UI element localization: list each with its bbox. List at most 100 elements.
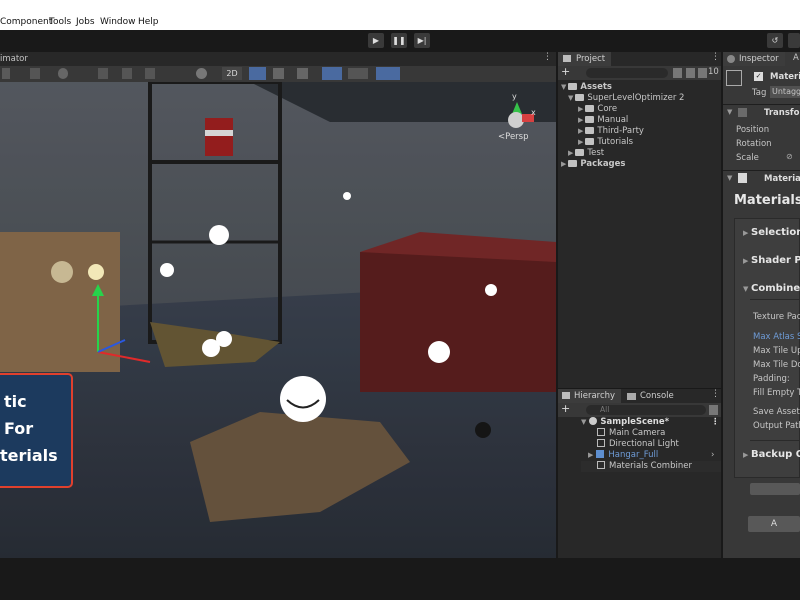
filter-label-icon[interactable] bbox=[686, 68, 695, 78]
inspector-tab[interactable]: Inspector bbox=[723, 52, 785, 66]
hierarchy-search-input[interactable]: All bbox=[586, 405, 706, 415]
section-shader[interactable]: Shader Pr bbox=[751, 255, 800, 266]
combine-expand-icon[interactable]: ▼ bbox=[743, 285, 748, 293]
project-tab[interactable]: Project bbox=[558, 52, 612, 66]
scene-viewport[interactable]: y x <Persp tic For terials bbox=[0, 82, 556, 558]
menu-window[interactable]: Window bbox=[100, 17, 136, 27]
hierarchy-tab[interactable]: Hierarchy bbox=[558, 389, 622, 403]
section-combine[interactable]: Combine C bbox=[751, 283, 800, 294]
2d-toggle-button[interactable]: 2D bbox=[222, 67, 242, 80]
component-expand-icon[interactable]: ▼ bbox=[727, 174, 732, 182]
increment-snap-icon[interactable] bbox=[145, 68, 155, 79]
scene-toolbar: 2D bbox=[0, 66, 556, 82]
persp-label[interactable]: <Persp bbox=[498, 132, 529, 142]
scene-tab[interactable]: imator bbox=[0, 54, 28, 64]
tree-assets[interactable]: ▼ Assets bbox=[561, 82, 612, 92]
divider bbox=[723, 170, 800, 171]
transform-expand-icon[interactable]: ▼ bbox=[727, 108, 732, 116]
pause-button[interactable]: ❚❚ bbox=[391, 33, 407, 48]
filter-type-icon[interactable] bbox=[673, 68, 682, 78]
hierarchy-toolbar: + All bbox=[558, 403, 721, 417]
tree-tutorials[interactable]: ▶ Tutorials bbox=[578, 137, 633, 147]
snap-icon[interactable] bbox=[98, 68, 108, 79]
combine-action-button[interactable] bbox=[750, 483, 800, 495]
history-icon[interactable]: ↺ bbox=[767, 33, 783, 48]
component-title: MaterialsC bbox=[734, 193, 800, 208]
menu-jobs[interactable]: Jobs bbox=[76, 17, 95, 27]
play-button[interactable]: ▶ bbox=[368, 33, 384, 48]
grid-snap-icon[interactable] bbox=[122, 68, 132, 79]
tag-label: Tag bbox=[752, 88, 767, 98]
draw-mode-icon[interactable] bbox=[30, 68, 40, 79]
gizmo-x-label: x bbox=[531, 108, 536, 117]
tree-test[interactable]: ▶ Test bbox=[568, 148, 604, 158]
project-more-icon[interactable]: ⋮ bbox=[711, 52, 720, 62]
add-component-button[interactable]: A bbox=[748, 516, 800, 532]
banner-line-2: For bbox=[4, 419, 34, 438]
active-checkbox[interactable]: ✓ bbox=[754, 72, 763, 81]
scene-render bbox=[0, 82, 556, 558]
scene-tab-bar: imator ⋮ bbox=[0, 52, 556, 66]
shading-icon[interactable] bbox=[196, 68, 207, 79]
tree-superleveloptimizer[interactable]: ▼ SuperLevelOptimizer 2 bbox=[568, 93, 684, 103]
hidden-packages-icon[interactable] bbox=[698, 68, 707, 78]
padding-label: Padding: bbox=[753, 374, 790, 384]
account-button[interactable] bbox=[788, 33, 800, 48]
effects-icon[interactable] bbox=[297, 68, 308, 79]
transform-header[interactable]: Transfor bbox=[764, 108, 800, 118]
add-asset-icon[interactable]: + bbox=[561, 66, 570, 78]
output-path-label: Output Path bbox=[753, 421, 800, 431]
fill-empty-label: Fill Empty T bbox=[753, 388, 800, 398]
create-object-icon[interactable]: + bbox=[561, 403, 570, 415]
hierarchy-directional-light[interactable]: Directional Light bbox=[597, 439, 679, 449]
section-backup[interactable]: Backup O bbox=[751, 449, 800, 460]
save-assets-label: Save Assets bbox=[753, 407, 800, 417]
texture-packer-label: Texture Pac bbox=[753, 312, 800, 322]
component-header[interactable]: Materials bbox=[764, 174, 800, 184]
tag-dropdown[interactable]: Untagg bbox=[770, 86, 800, 98]
shader-expand-icon[interactable]: ▶ bbox=[743, 257, 748, 265]
menu-bar: Component Tools Jobs Window Help bbox=[0, 0, 800, 30]
object-name-field[interactable]: Materia bbox=[770, 72, 800, 82]
grid-icon[interactable] bbox=[2, 68, 10, 79]
prefab-open-icon[interactable]: › bbox=[711, 450, 714, 460]
lighting-toggle-icon[interactable] bbox=[249, 67, 266, 80]
inspector-tab-2[interactable]: A bbox=[793, 53, 799, 63]
section-selection[interactable]: Selection bbox=[751, 227, 800, 238]
status-bar bbox=[0, 558, 800, 600]
position-label: Position bbox=[736, 125, 770, 135]
orientation-gizmo[interactable]: y x <Persp bbox=[498, 92, 538, 144]
script-icon bbox=[738, 173, 747, 183]
tree-core[interactable]: ▶ Core bbox=[578, 104, 617, 114]
menu-tools[interactable]: Tools bbox=[49, 17, 71, 27]
tree-packages[interactable]: ▶ Packages bbox=[561, 159, 625, 169]
scene-root[interactable]: ▼ SampleScene* ⋮ bbox=[581, 417, 721, 427]
selection-expand-icon[interactable]: ▶ bbox=[743, 229, 748, 237]
max-atlas-size-label: Max Atlas S bbox=[753, 332, 800, 342]
hierarchy-materials-combiner[interactable]: Materials Combiner bbox=[581, 461, 721, 472]
hierarchy-main-camera[interactable]: Main Camera bbox=[597, 428, 665, 438]
visibility-icon[interactable] bbox=[322, 67, 342, 80]
divider bbox=[750, 299, 800, 300]
console-tab[interactable]: Console bbox=[622, 389, 674, 403]
hierarchy-filter-icon[interactable] bbox=[709, 405, 718, 415]
globe-icon[interactable] bbox=[58, 68, 68, 79]
audio-icon[interactable] bbox=[273, 68, 284, 79]
step-button[interactable]: ▶| bbox=[414, 33, 430, 48]
hierarchy-more-icon[interactable]: ⋮ bbox=[711, 389, 720, 399]
backup-expand-icon[interactable]: ▶ bbox=[743, 451, 748, 459]
more-menu-icon[interactable]: ⋮ bbox=[543, 52, 552, 62]
scale-link-icon[interactable]: ⊘ bbox=[786, 152, 793, 161]
gizmos-icon[interactable] bbox=[376, 67, 400, 80]
banner-line-1: tic bbox=[4, 392, 27, 411]
menu-help[interactable]: Help bbox=[138, 17, 159, 27]
scale-label: Scale bbox=[736, 153, 759, 163]
hierarchy-hangar-full[interactable]: ▶ Hangar_Full › bbox=[588, 450, 721, 460]
camera-icon[interactable] bbox=[348, 68, 368, 79]
scene-more-icon[interactable]: ⋮ bbox=[711, 417, 720, 427]
tree-manual[interactable]: ▶ Manual bbox=[578, 115, 628, 125]
menu-component[interactable]: Component bbox=[0, 17, 52, 27]
tree-third-party[interactable]: ▶ Third-Party bbox=[578, 126, 644, 136]
project-search-input[interactable] bbox=[586, 68, 668, 78]
transform-icon bbox=[738, 108, 747, 117]
